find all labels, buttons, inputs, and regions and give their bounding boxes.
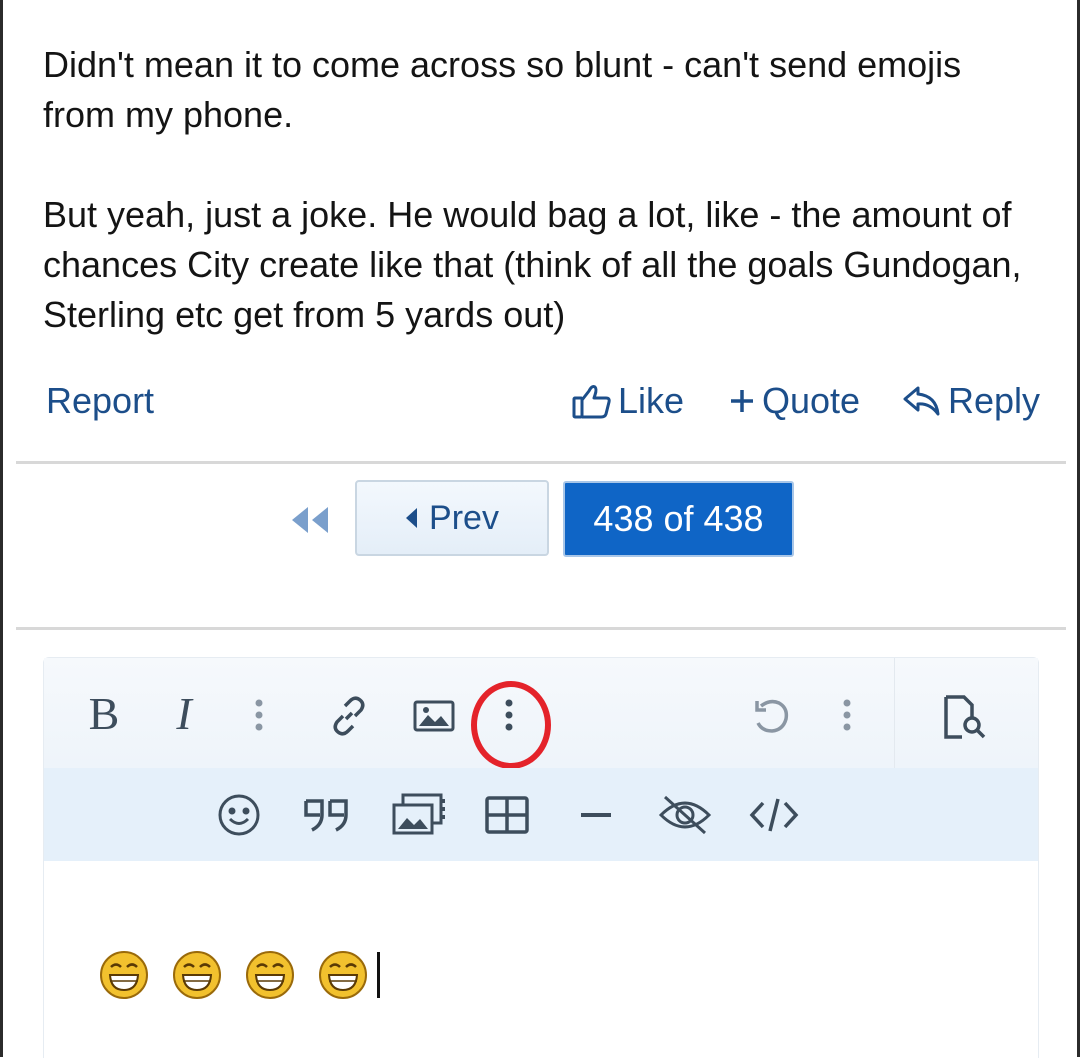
laughing-emoji-icon (100, 951, 148, 999)
link-icon (333, 696, 365, 736)
spoiler-icon (658, 795, 712, 835)
more-options-button[interactable] (837, 693, 857, 737)
italic-button[interactable]: I (164, 687, 204, 739)
quote-label: Quote (762, 380, 861, 421)
undo-button[interactable] (749, 694, 795, 738)
post-body: Didn't mean it to come across so blunt -… (43, 40, 1043, 340)
page-indicator-button[interactable]: 438 of 438 (563, 481, 794, 557)
more-text-options-button[interactable] (249, 693, 269, 737)
preview-icon (944, 695, 986, 739)
quote-button-editor[interactable] (302, 794, 354, 836)
bold-icon: B (88, 687, 120, 739)
reply-editor[interactable]: B I (43, 657, 1039, 1058)
smilie-icon (218, 794, 260, 836)
code-icon (749, 798, 799, 832)
toolbar-separator (894, 658, 895, 768)
reply-button[interactable]: Reply (902, 380, 1040, 422)
horizontal-rule-button[interactable] (578, 798, 614, 832)
divider-bottom (16, 627, 1066, 630)
prev-page-button[interactable]: Prev (355, 480, 549, 556)
editor-content[interactable] (99, 950, 380, 1000)
chevron-left-icon (406, 508, 418, 528)
insert-image-button[interactable] (412, 698, 456, 734)
divider-top (16, 461, 1066, 464)
post-actions: Report Like Quote Reply (0, 372, 1080, 432)
editor-toolbar-primary: B I (44, 658, 1038, 769)
report-label: Report (46, 380, 155, 421)
bold-button[interactable]: B (84, 687, 124, 739)
horizontal-rule-icon (581, 813, 611, 817)
plus-icon (728, 387, 756, 415)
red-highlight-circle (471, 681, 551, 769)
media-button[interactable] (390, 792, 448, 838)
post-paragraph-1: Didn't mean it to come across so blunt -… (43, 44, 962, 135)
code-button[interactable] (748, 794, 800, 836)
laughing-emoji-icon (173, 951, 221, 999)
page-indicator-label: 438 of 438 (593, 498, 764, 539)
vertical-ellipsis-icon (843, 699, 851, 731)
like-label: Like (618, 380, 685, 421)
preview-button[interactable] (942, 694, 990, 740)
post-paragraph-2: But yeah, just a joke. He would bag a lo… (43, 194, 1022, 335)
table-icon (485, 796, 529, 834)
report-link[interactable]: Report (46, 380, 154, 422)
reply-label: Reply (948, 380, 1041, 421)
text-cursor (377, 952, 380, 998)
laughing-emoji-icon (319, 951, 367, 999)
spoiler-button[interactable] (656, 792, 714, 838)
window-left-border (0, 0, 3, 1057)
media-icon (392, 793, 445, 835)
prev-label: Prev (429, 498, 499, 537)
quote-icon (304, 799, 348, 832)
double-left-arrow-icon (292, 507, 328, 533)
smilie-button[interactable] (216, 792, 262, 838)
insert-image-icon (413, 700, 455, 732)
editor-toolbar-secondary (44, 768, 1038, 861)
undo-icon (755, 699, 789, 733)
thumbs-up-icon (572, 382, 612, 420)
table-button[interactable] (484, 794, 530, 836)
laughing-emoji-icon (246, 951, 294, 999)
reply-arrow-icon (902, 384, 942, 418)
like-button[interactable]: Like (572, 380, 684, 422)
link-button[interactable] (327, 694, 371, 738)
italic-icon: I (176, 687, 192, 739)
vertical-ellipsis-icon (255, 699, 263, 731)
first-page-button[interactable] (290, 505, 330, 535)
quote-button[interactable]: Quote (728, 380, 860, 422)
